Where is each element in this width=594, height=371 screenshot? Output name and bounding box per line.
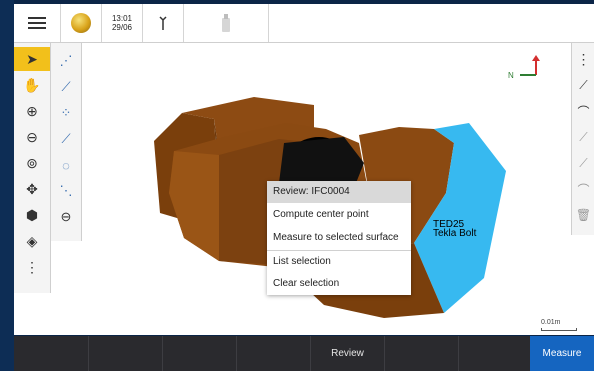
softkey-1[interactable] [14,336,89,371]
date-text: 29/06 [111,23,133,32]
instrument-status-button[interactable] [184,4,269,42]
minus-circle-button[interactable]: ⊖ [51,205,81,229]
softkey-2[interactable] [89,336,163,371]
minus-circle-icon: ⊖ [60,209,72,224]
review-button[interactable]: Review [311,336,385,371]
snap-center-button[interactable]: ⁘ [51,101,81,125]
snap-circle-icon: ◌ [62,157,70,173]
snap-point-button[interactable]: ⋰ [51,49,81,73]
scale-bar [541,328,577,331]
menu-item-clear-selection[interactable]: Clear selection [267,273,411,295]
zoom-extents-icon: ⊚ [26,154,38,171]
select-tool-button[interactable]: ➤ [14,47,50,71]
delete-button[interactable]: 🗑 [572,203,594,227]
snap-circle-button[interactable]: ◌ [51,153,81,177]
more-tools-button[interactable]: ⋮ [14,255,50,279]
line-disabled-icon: ⟋ [579,129,588,144]
layers-icon: ◈ [26,232,38,249]
hamburger-icon [28,14,46,32]
zoom-out-button[interactable]: ⊖ [14,125,50,149]
antenna-icon [159,16,167,30]
model-label-line2: Tekla Bolt [433,228,477,239]
compass-north-label: N [508,71,514,80]
polyline-button[interactable]: ⟋ [572,73,594,97]
arc-button[interactable]: ⌒ [572,99,594,123]
menu-item-review[interactable]: Review: IFC0004 [267,181,411,203]
arc-icon: ⌒ [577,104,590,119]
snap-center-icon: ⁘ [60,105,72,120]
bottom-bar: Review Measure [14,336,594,371]
zoom-out-icon: ⊖ [26,128,38,145]
offset-disabled-icon: ⟋ [579,155,588,170]
softkey-7[interactable] [459,336,531,371]
menu-button[interactable] [14,4,61,42]
menu-item-list-selection[interactable]: List selection [267,251,411,273]
softkey-6[interactable] [385,336,459,371]
snap-toolbar: ⋰ ⟋ ⁘ ⟋ ◌ ⋱ ⊖ [51,43,82,241]
select-arrow-icon: ➤ [26,50,38,67]
globe-button[interactable] [61,4,102,42]
clock-status[interactable]: 13:01 29/06 [102,4,143,42]
curve-disabled-button[interactable]: ⌒ [572,177,594,201]
line-disabled-button[interactable]: ⟋ [572,125,594,149]
snap-end-icon: ⟋ [61,131,71,146]
top-bar: 13:01 29/06 [14,4,594,43]
softkey-3[interactable] [163,336,237,371]
left-toolbar: ➤ ✋ ⊕ ⊖ ⊚ ✥ ⬢ ◈ ⋮ [14,43,51,293]
orbit-icon: ✥ [26,180,38,197]
zoom-in-icon: ⊕ [26,102,38,119]
measure-button[interactable]: Measure [530,336,594,371]
zoom-in-button[interactable]: ⊕ [14,99,50,123]
snap-end-button[interactable]: ⟋ [51,127,81,151]
layers-button[interactable]: ◈ [14,229,50,253]
more-vertical-icon: ⋮ [576,50,591,67]
globe-icon [71,13,91,33]
snap-midline-icon: ⋱ [59,183,73,198]
offset-disabled-button[interactable]: ⟋ [572,151,594,175]
snap-point-icon: ⋰ [59,53,73,68]
menu-item-measure-surface[interactable]: Measure to selected surface [267,227,411,249]
scale-bar-label: 0.01m [541,319,561,326]
pan-hand-icon: ✋ [23,76,41,93]
pan-tool-button[interactable]: ✋ [14,73,50,97]
right-more-button[interactable]: ⋮ [572,47,594,71]
snap-line-button[interactable]: ⟋ [51,75,81,99]
menu-item-compute-center[interactable]: Compute center point [267,204,411,226]
prism-pole-icon [222,14,230,32]
time-text: 13:01 [111,14,133,23]
gnss-status-button[interactable] [143,4,184,42]
cube-view-button[interactable]: ⬢ [14,203,50,227]
polyline-icon: ⟋ [579,77,588,92]
cube-view-icon: ⬢ [25,206,39,223]
more-vertical-icon: ⋮ [25,258,39,275]
orbit-button[interactable]: ✥ [14,177,50,201]
snap-line-icon: ⟋ [61,79,71,94]
right-toolbar: ⋮ ⟋ ⌒ ⟋ ⟋ ⌒ 🗑 [571,43,594,235]
context-menu: Review: IFC0004 Compute center point Mea… [267,181,411,295]
snap-midline-button[interactable]: ⋱ [51,179,81,203]
zoom-extents-button[interactable]: ⊚ [14,151,50,175]
delete-icon: 🗑 [575,208,592,222]
softkey-4[interactable] [237,336,311,371]
curve-disabled-icon: ⌒ [577,182,590,197]
